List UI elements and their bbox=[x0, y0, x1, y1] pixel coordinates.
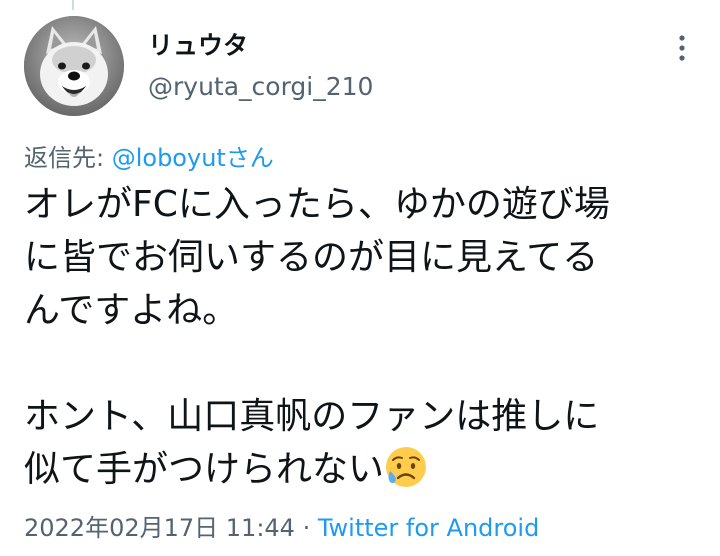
tweet-source-link[interactable]: Twitter for Android bbox=[318, 514, 539, 542]
author-display-name[interactable]: リュウタ bbox=[148, 26, 248, 62]
reply-to-line: 返信先: @loboyutさん bbox=[24, 138, 274, 173]
author-handle[interactable]: @ryuta_corgi_210 bbox=[148, 72, 373, 101]
meta-separator: · bbox=[294, 514, 318, 542]
tweet-timestamp[interactable]: 2022年02月17日 11:44 bbox=[24, 514, 295, 542]
avatar[interactable] bbox=[24, 16, 124, 116]
dog-avatar-image bbox=[24, 16, 124, 116]
thread-connector-line bbox=[72, 0, 74, 10]
reply-to-mention-link[interactable]: @loboyutさん bbox=[112, 144, 274, 172]
tweet-text-content: オレがFCに入ったら、ゆかの遊び場 に皆でお伺いするのが目に見えてる んですよね… bbox=[24, 184, 610, 490]
reply-to-suffix: さん bbox=[225, 144, 274, 172]
sad-but-relieved-face-icon bbox=[386, 447, 427, 487]
tweet-meta: 2022年02月17日 11:44 · Twitter for Android bbox=[24, 508, 539, 543]
more-vertical-icon bbox=[679, 35, 685, 61]
tweet-text: オレがFCに入ったら、ゆかの遊び場 に皆でお伺いするのが目に見えてる んですよね… bbox=[24, 178, 714, 496]
reply-to-mention: @loboyut bbox=[111, 144, 226, 172]
more-options-button[interactable] bbox=[664, 30, 700, 66]
reply-to-prefix: 返信先: bbox=[24, 144, 112, 172]
